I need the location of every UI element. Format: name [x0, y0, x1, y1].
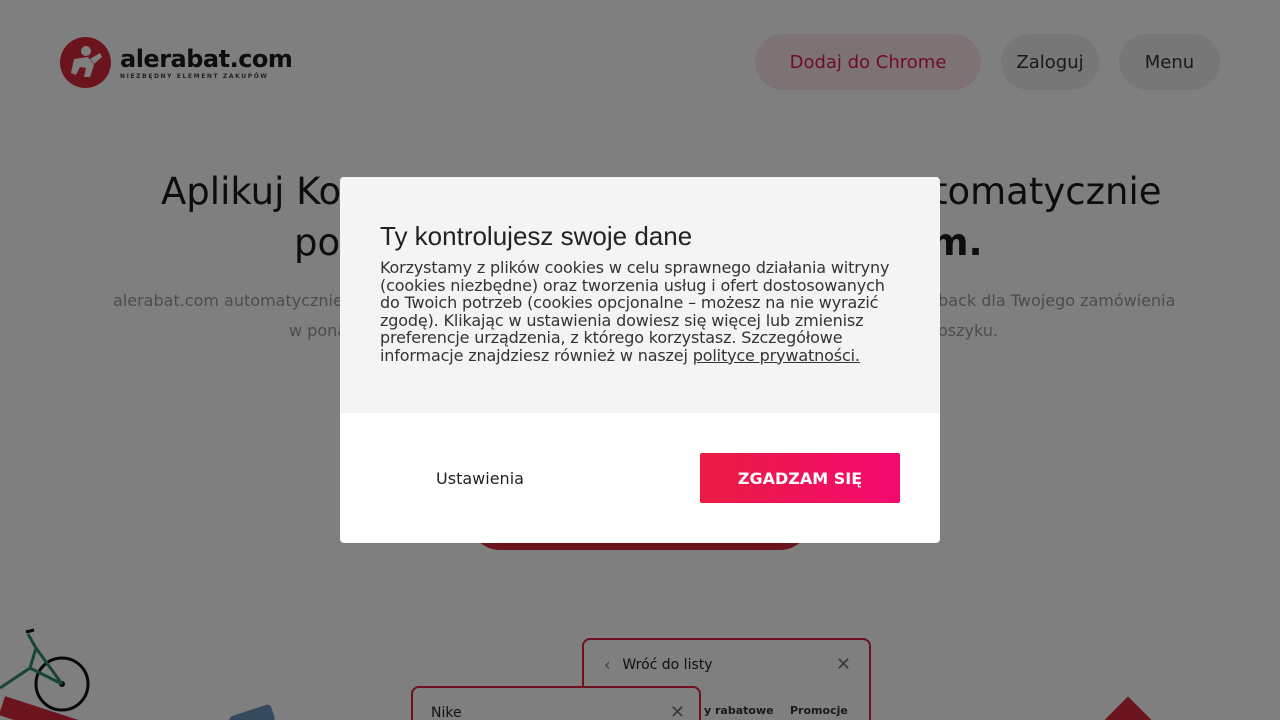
- privacy-policy-link[interactable]: polityce prywatności.: [693, 346, 860, 365]
- dialog-title: Ty kontrolujesz swoje dane: [380, 221, 693, 251]
- cookie-consent-dialog: Ty kontrolujesz swoje dane Korzystamy z …: [340, 177, 940, 543]
- dialog-text: Korzystamy z plików cookies w celu spraw…: [380, 259, 900, 364]
- accept-button[interactable]: ZGADZAM SIĘ: [700, 453, 900, 503]
- cookie-consent-actions: Ustawienia ZGADZAM SIĘ: [340, 413, 940, 543]
- settings-button[interactable]: Ustawienia: [400, 453, 560, 503]
- cookie-consent-body: Ty kontrolujesz swoje dane Korzystamy z …: [340, 177, 940, 413]
